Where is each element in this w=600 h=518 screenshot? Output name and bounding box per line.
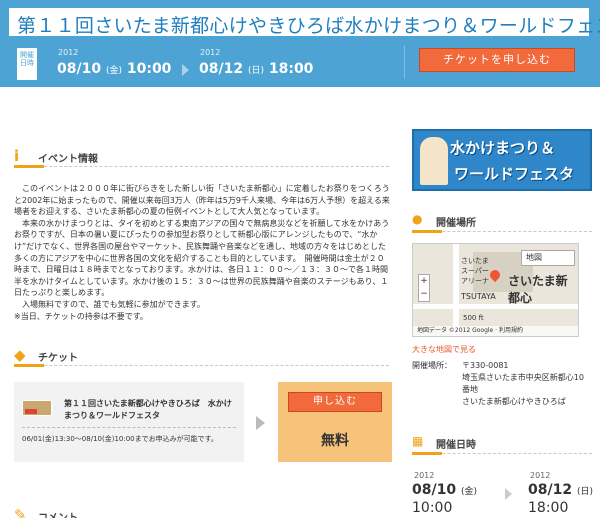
sidebar-start-date: 08/10 (金) [412, 482, 477, 498]
ticket-item: 第１１回さいたま新都心けやきひろば 水かけまつり＆ワールドフェスタ 06/01(… [14, 382, 244, 462]
mascot-image [420, 137, 448, 185]
ticket-buy-panel: 申し込む 無料 [278, 382, 392, 462]
pencil-icon: ✎ [14, 506, 27, 518]
map-scale: 500 ft [463, 314, 484, 322]
arrow-right-icon [505, 488, 512, 500]
info-icon: i [14, 147, 20, 165]
map-footer[interactable]: 地図データ ©2012 Google · 利用規約 [413, 326, 578, 336]
ticket-price: 無料 [321, 433, 349, 449]
start-year: 2012 [58, 48, 79, 57]
event-description: このイベントは２０００年に街びらきをした新しい街「さいたま新都心」に定着したお祭… [14, 184, 390, 321]
header-divider [404, 45, 405, 79]
end-datetime: 08/12 (日) 18:00 [199, 61, 314, 77]
tag-icon: ◆ [14, 346, 26, 364]
map-pin-icon: ● [412, 212, 423, 226]
ticket-thumbnail [22, 400, 52, 416]
datetime-label: 開催 日時 [17, 48, 37, 80]
festival-banner[interactable]: 水かけまつり＆ ワールドフェスタ [412, 129, 592, 191]
calendar-icon: ▦ [412, 434, 424, 448]
sidebar-end-date: 08/12 (日) [528, 482, 593, 498]
larger-map-link[interactable]: 大きな地図で見る [412, 344, 476, 355]
event-title-box: 第１１回さいたま新都心けやきひろば水かけまつり＆ワールドフェスタ [9, 8, 600, 38]
ticket-name: 第１１回さいたま新都心けやきひろば 水かけまつり＆ワールドフェスタ [64, 399, 232, 420]
comment-heading: ✎ コメント [14, 506, 389, 518]
map-type-select[interactable]: 地図 [521, 250, 575, 266]
venue-map[interactable]: さいたま スーパー アリーナ さいたま新都心 TSUTAYA 地図 + − 500… [412, 243, 579, 337]
arrow-right-icon [244, 382, 278, 462]
datetime-heading: ▦ 開催日時 [412, 432, 592, 455]
start-datetime: 08/10 (金) 10:00 [57, 61, 172, 77]
map-zoom-control[interactable]: + − [418, 274, 430, 302]
ticket-heading: ◆ チケット [14, 346, 389, 367]
ticket-period: 06/01(金)13:30～08/10(金)10:00までお申込みが可能です。 [22, 435, 218, 443]
event-info-heading: i イベント情報 [14, 147, 389, 168]
page: 第１１回さいたま新都心けやきひろば水かけまつり＆ワールドフェスタ 開催 日時 2… [0, 0, 600, 518]
event-title: 第１１回さいたま新都心けやきひろば水かけまつり＆ワールドフェスタ [17, 15, 600, 37]
end-year: 2012 [200, 48, 221, 57]
ticket-apply-button-small[interactable]: 申し込む [288, 392, 382, 412]
map-station-label: さいたま新都心 [508, 274, 568, 305]
event-header: 第１１回さいたま新都心けやきひろば水かけまつり＆ワールドフェスタ 開催 日時 2… [0, 0, 600, 87]
arrow-right-icon [182, 64, 189, 76]
venue-heading: ● 開催場所 [412, 210, 592, 233]
ticket-apply-button[interactable]: チケットを申し込む [419, 48, 575, 72]
